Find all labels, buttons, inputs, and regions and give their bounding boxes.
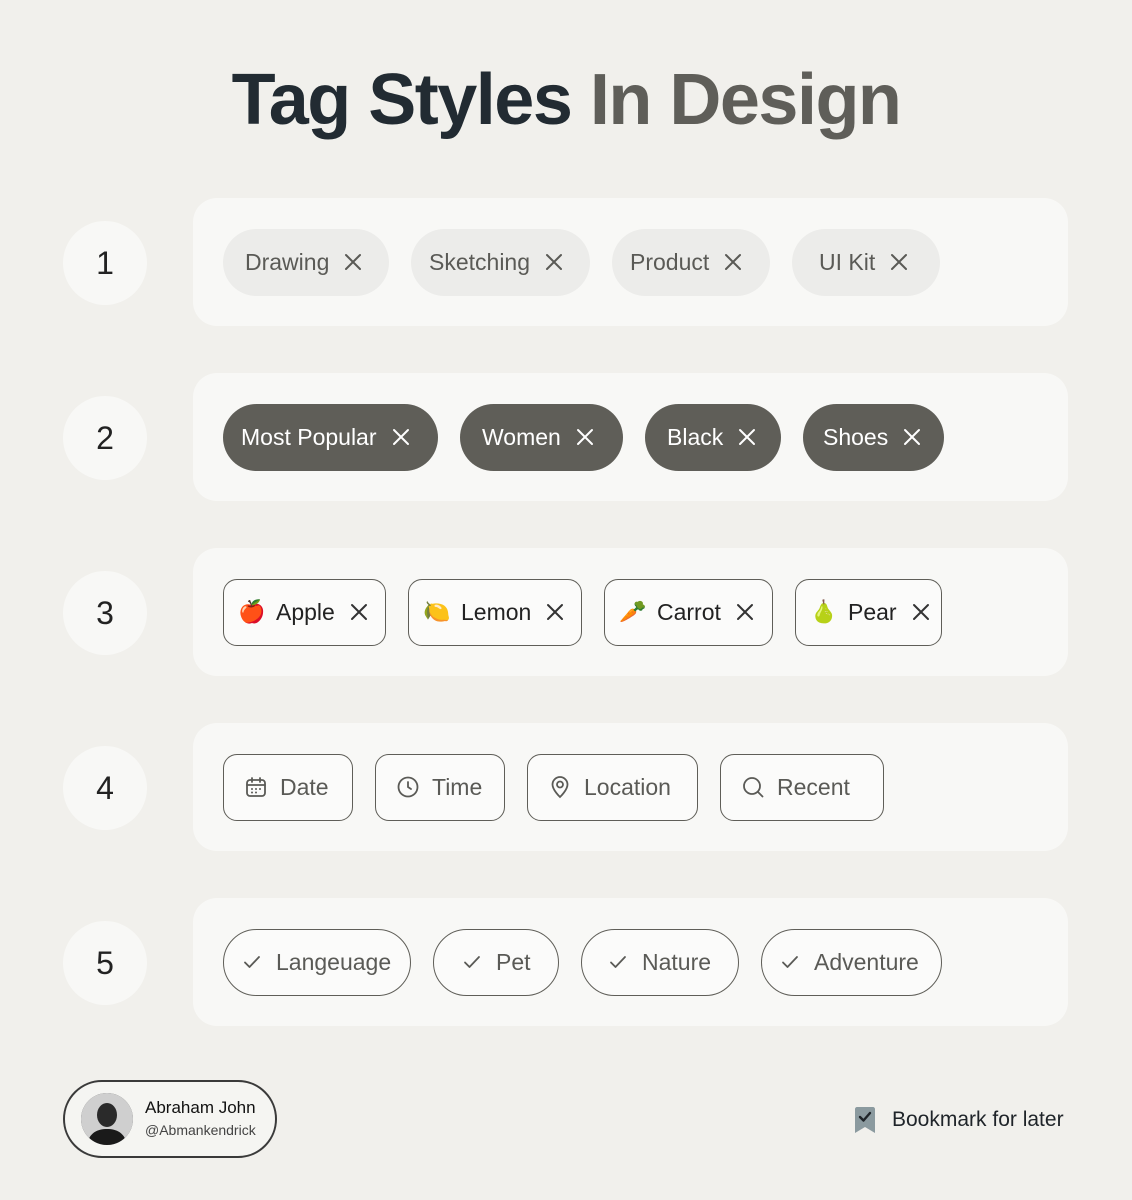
carrot-emoji-icon: 🥕 — [619, 599, 647, 624]
tag-label: Lemon — [461, 598, 532, 625]
title-part-2: In Design — [589, 60, 902, 140]
row-number-4: 4 — [63, 746, 147, 830]
tag-recent[interactable]: Recent — [720, 753, 884, 821]
tag-time[interactable]: Time — [375, 753, 505, 821]
clock-icon — [397, 776, 419, 798]
search-icon — [743, 777, 764, 798]
bookmark-icon — [855, 1107, 875, 1133]
tag-label: Most Popular — [241, 423, 377, 450]
row-number-1: 1 — [63, 221, 147, 305]
pear-emoji-icon: 🍐 — [810, 599, 838, 624]
close-icon[interactable] — [889, 252, 909, 272]
tag-label: Recent — [777, 773, 850, 800]
tag-label: Drawing — [245, 248, 330, 275]
tag-shoes[interactable]: Shoes — [803, 403, 944, 471]
tag-adventure[interactable]: Adventure — [761, 928, 942, 996]
close-icon[interactable] — [737, 427, 757, 447]
tag-row-5: Langeuage Pet Nature Adventure — [193, 898, 1068, 1026]
tag-nature[interactable]: Nature — [581, 928, 739, 996]
tag-ui-kit[interactable]: UI Kit — [792, 228, 940, 296]
apple-emoji-icon: 🍎 — [238, 599, 266, 624]
tag-label: Location — [584, 773, 671, 800]
tag-label: Date — [280, 773, 329, 800]
close-icon[interactable] — [575, 427, 595, 447]
author-handle: @Abmankendrick — [145, 1122, 256, 1138]
tag-women[interactable]: Women — [460, 403, 623, 471]
close-icon[interactable] — [735, 602, 755, 622]
checkmark-icon — [244, 956, 260, 968]
author-name: Abraham John — [145, 1098, 256, 1117]
row-number-5: 5 — [63, 921, 147, 1005]
tag-label: Shoes — [823, 423, 889, 450]
tag-label: Time — [432, 773, 483, 800]
close-icon[interactable] — [343, 252, 363, 272]
tag-sketching[interactable]: Sketching — [411, 228, 590, 296]
tag-label: Carrot — [657, 598, 721, 625]
calendar-icon — [246, 777, 266, 797]
tag-black[interactable]: Black — [645, 403, 781, 471]
location-pin-icon — [551, 776, 569, 799]
tag-row-3: 🍎 Apple 🍋 Lemon 🥕 Carrot 🍐 Pear — [193, 548, 1068, 676]
row-number-2: 2 — [63, 396, 147, 480]
tag-drawing[interactable]: Drawing — [223, 228, 389, 296]
tag-label: Langeuage — [276, 948, 392, 975]
bookmark-label: Bookmark for later — [892, 1108, 1064, 1131]
checkmark-icon — [464, 956, 480, 968]
tag-label: Apple — [276, 598, 335, 625]
tag-lemon[interactable]: 🍋 Lemon — [408, 578, 582, 646]
close-icon[interactable] — [544, 252, 564, 272]
tag-row-1: Drawing Sketching Product UI Kit — [193, 198, 1068, 326]
bookmark-button[interactable]: Bookmark for later — [852, 1104, 1064, 1136]
tag-label: Adventure — [814, 948, 919, 975]
close-icon[interactable] — [902, 427, 922, 447]
row-number-3: 3 — [63, 571, 147, 655]
author-badge[interactable]: Abraham John @Abmankendrick — [63, 1080, 277, 1158]
tag-label: Sketching — [429, 248, 531, 275]
tag-row-4: Date Time Location Recent — [193, 723, 1068, 851]
tag-pet[interactable]: Pet — [433, 928, 559, 996]
tag-label: Black — [667, 423, 724, 450]
close-icon[interactable] — [723, 252, 743, 272]
avatar — [81, 1093, 133, 1145]
tag-date[interactable]: Date — [223, 753, 353, 821]
tag-label: Pet — [496, 948, 531, 975]
tag-label: Nature — [642, 948, 712, 975]
close-icon[interactable] — [349, 602, 369, 622]
checkmark-icon — [782, 956, 798, 968]
tag-label: UI Kit — [819, 248, 876, 275]
checkmark-icon — [610, 956, 626, 968]
title-part-1: Tag Styles — [231, 60, 573, 140]
tag-label: Pear — [848, 598, 897, 625]
tag-most-popular[interactable]: Most Popular — [223, 403, 438, 471]
tag-apple[interactable]: 🍎 Apple — [223, 578, 386, 646]
close-icon[interactable] — [391, 427, 411, 447]
tag-langeuage[interactable]: Langeuage — [223, 928, 411, 996]
tag-pear[interactable]: 🍐 Pear — [795, 578, 942, 646]
tag-row-2: Most Popular Women Black Shoes — [193, 373, 1068, 501]
tag-label: Product — [630, 248, 710, 275]
tag-location[interactable]: Location — [527, 753, 698, 821]
tag-product[interactable]: Product — [612, 228, 770, 296]
lemon-emoji-icon: 🍋 — [423, 599, 451, 624]
close-icon[interactable] — [911, 602, 931, 622]
page-title: Tag Styles In Design — [0, 58, 1132, 142]
tag-label: Women — [482, 423, 561, 450]
tag-carrot[interactable]: 🥕 Carrot — [604, 578, 773, 646]
close-icon[interactable] — [545, 602, 565, 622]
